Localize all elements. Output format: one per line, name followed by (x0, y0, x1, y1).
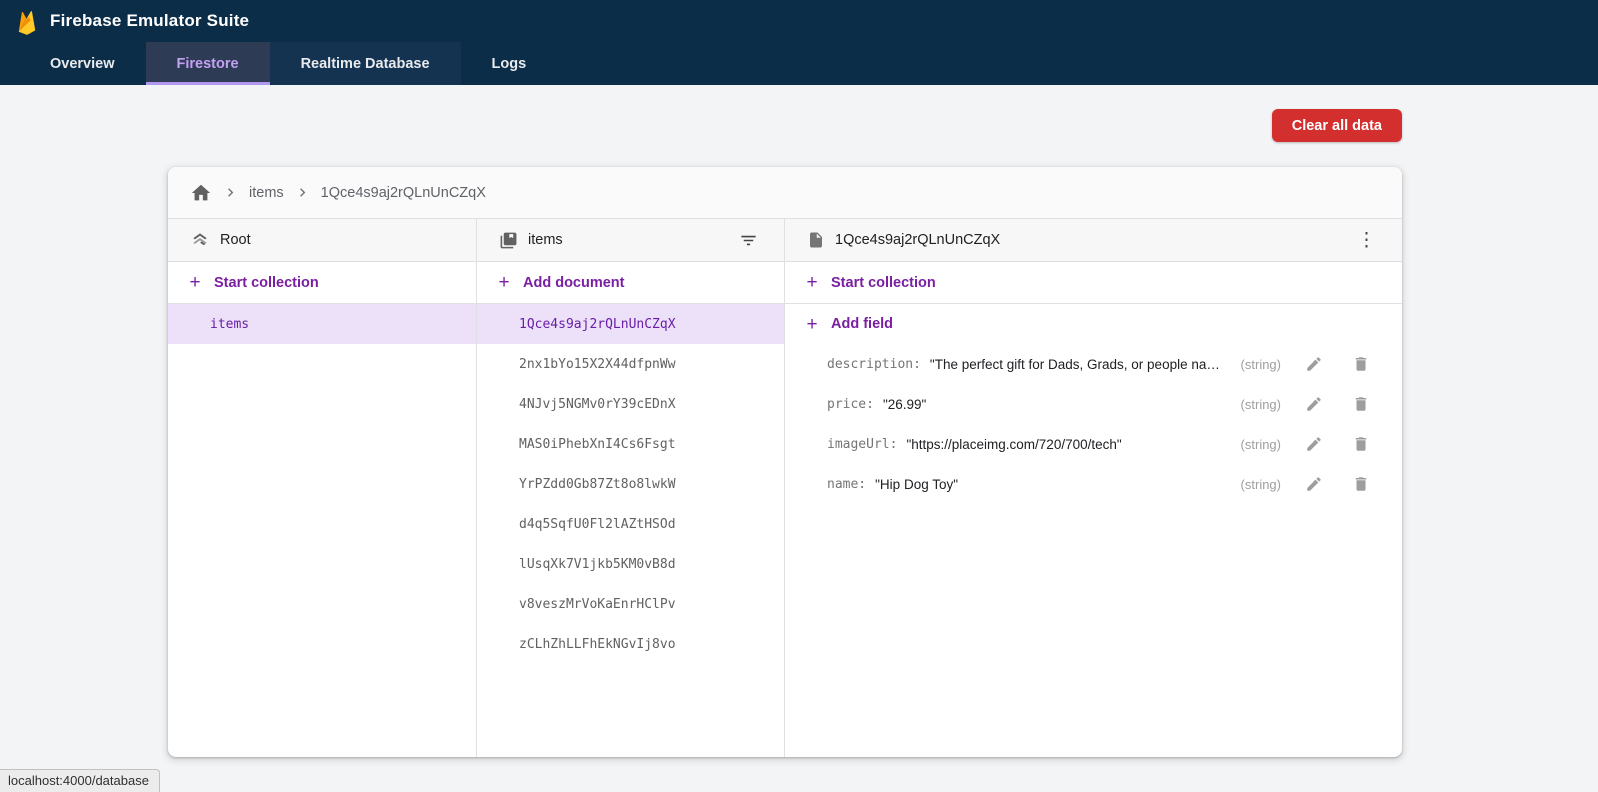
field-row: price: "26.99" (string) (785, 384, 1402, 424)
edit-field-icon[interactable] (1305, 395, 1323, 413)
field-key: description: (827, 357, 921, 372)
document-list-item[interactable]: YrPZdd0Gb87Zt8o8lwkW (477, 464, 784, 504)
chevron-right-icon (222, 184, 239, 201)
document-list-item[interactable]: 1Qce4s9aj2rQLnUnCZqX (477, 304, 784, 344)
field-key: name: (827, 477, 866, 492)
firestore-card: items 1Qce4s9aj2rQLnUnCZqX (168, 167, 1402, 757)
field-row: name: "Hip Dog Toy" (string) (785, 464, 1402, 504)
firebase-logo-icon (16, 9, 40, 37)
add-document-button[interactable]: + Add document (477, 262, 784, 304)
home-icon[interactable] (190, 182, 212, 204)
filter-icon[interactable] (739, 231, 758, 250)
app-title: Firebase Emulator Suite (50, 11, 249, 31)
start-collection-button[interactable]: + Start collection (168, 262, 476, 304)
breadcrumb-document[interactable]: 1Qce4s9aj2rQLnUnCZqX (321, 185, 486, 201)
field-value: "https://placeimg.com/720/700/tech" (906, 437, 1121, 452)
field-value: "Hip Dog Toy" (875, 477, 958, 492)
edit-field-icon[interactable] (1305, 475, 1323, 493)
document-panel-title: 1Qce4s9aj2rQLnUnCZqX (835, 232, 1357, 248)
document-list-item[interactable]: lUsqXk7V1jkb5KM0vB8d (477, 544, 784, 584)
breadcrumb-collection[interactable]: items (249, 185, 284, 201)
field-value: "26.99" (883, 397, 926, 412)
tab-bar: Overview Firestore Realtime Database Log… (0, 42, 1598, 85)
edit-field-icon[interactable] (1305, 435, 1323, 453)
tab-firestore[interactable]: Firestore (146, 42, 270, 85)
tab-logs[interactable]: Logs (461, 42, 558, 85)
root-panel: Root + Start collection items (168, 219, 477, 757)
add-icon: + (495, 273, 513, 292)
status-url-tooltip: localhost:4000/database (0, 769, 160, 792)
add-field-button[interactable]: + Add field (785, 304, 1402, 344)
collection-panel: items + Add document 1Qce4s9aj2rQLnUnCZq… (477, 219, 785, 757)
document-icon (807, 231, 825, 249)
tab-realtime-database[interactable]: Realtime Database (270, 42, 461, 85)
app-header: Firebase Emulator Suite Overview Firesto… (0, 0, 1598, 85)
collection-list-item[interactable]: items (168, 304, 476, 344)
chevron-right-icon (294, 184, 311, 201)
clear-all-data-button[interactable]: Clear all data (1272, 109, 1402, 142)
collection-panel-title: items (528, 232, 739, 248)
firestore-root-icon (190, 230, 210, 250)
field-type: (string) (1231, 397, 1281, 412)
add-icon: + (803, 315, 821, 334)
delete-field-icon[interactable] (1352, 355, 1370, 373)
tab-overview[interactable]: Overview (19, 42, 146, 85)
field-type: (string) (1231, 437, 1281, 452)
field-key: imageUrl: (827, 437, 897, 452)
delete-field-icon[interactable] (1352, 395, 1370, 413)
edit-field-icon[interactable] (1305, 355, 1323, 373)
document-list-item[interactable]: MAS0iPhebXnI4Cs6Fsgt (477, 424, 784, 464)
kebab-menu-icon[interactable]: ⋮ (1357, 231, 1376, 250)
document-list-item[interactable]: zCLhZhLLFhEkNGvIj8vo (477, 624, 784, 664)
main-content: Clear all data items 1Qce4s9aj2rQLnUnCZq… (0, 85, 1598, 757)
document-panel: 1Qce4s9aj2rQLnUnCZqX ⋮ + Start collectio… (785, 219, 1402, 757)
start-collection-button[interactable]: + Start collection (785, 262, 1402, 304)
field-row: imageUrl: "https://placeimg.com/720/700/… (785, 424, 1402, 464)
field-type: (string) (1231, 357, 1281, 372)
root-panel-title: Root (220, 232, 450, 248)
add-icon: + (186, 273, 204, 292)
field-row: description: "The perfect gift for Dads,… (785, 344, 1402, 384)
document-list-item[interactable]: v8veszMrVoKaEnrHClPv (477, 584, 784, 624)
field-type: (string) (1231, 477, 1281, 492)
breadcrumb: items 1Qce4s9aj2rQLnUnCZqX (168, 167, 1402, 219)
field-value: "The perfect gift for Dads, Grads, or pe… (930, 357, 1231, 372)
collection-icon (499, 231, 518, 250)
document-list-item[interactable]: 2nx1bYo15X2X44dfpnWw (477, 344, 784, 384)
field-key: price: (827, 397, 874, 412)
delete-field-icon[interactable] (1352, 475, 1370, 493)
document-list-item[interactable]: 4NJvj5NGMv0rY39cEDnX (477, 384, 784, 424)
delete-field-icon[interactable] (1352, 435, 1370, 453)
add-icon: + (803, 273, 821, 292)
document-list-item[interactable]: d4q5SqfU0Fl2lAZtHSOd (477, 504, 784, 544)
